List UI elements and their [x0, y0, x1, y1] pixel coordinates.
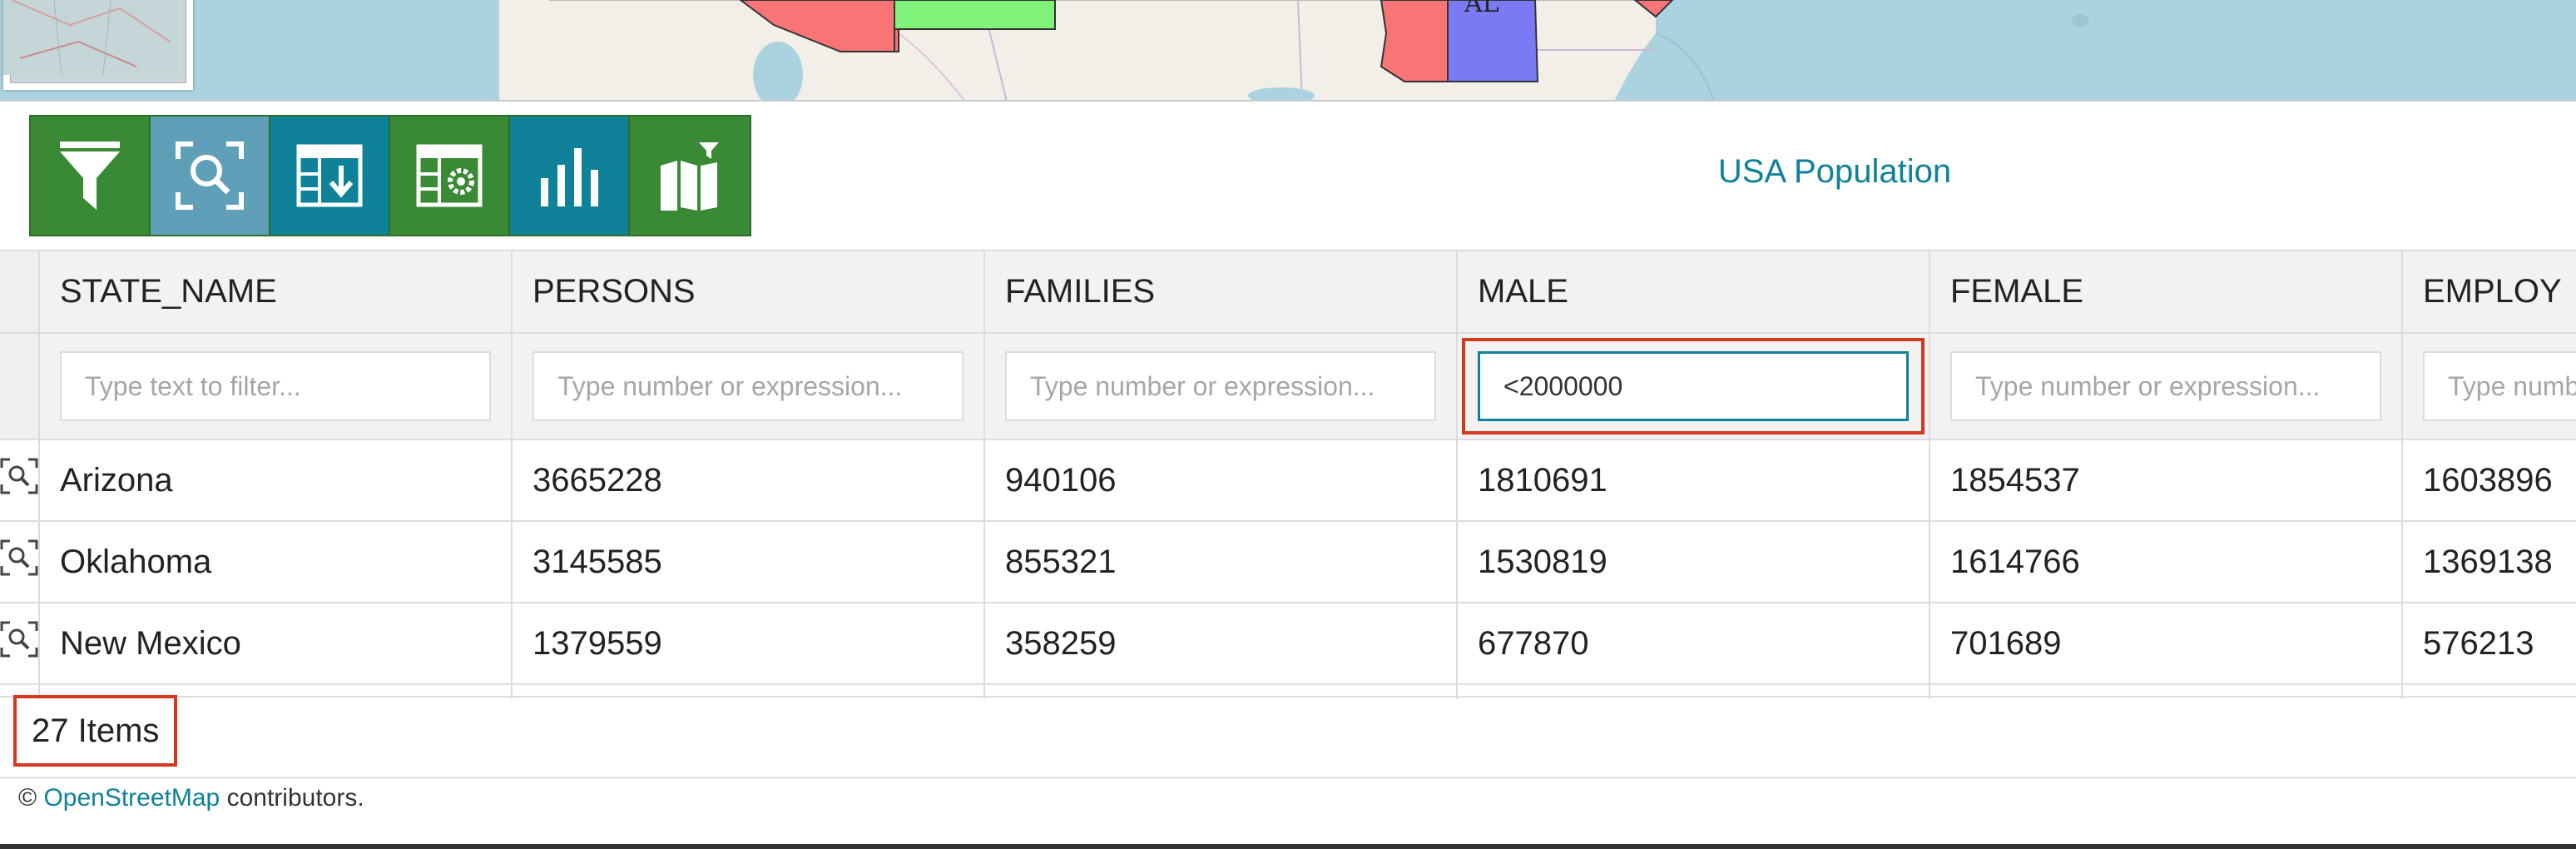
column-header-male[interactable]: MALE: [1457, 251, 1930, 334]
cell-state-name: New Mexico: [39, 603, 513, 685]
cell-persons: 3145585: [512, 521, 985, 603]
filter-cell-families: [984, 333, 1458, 440]
copyright-symbol: ©: [18, 784, 37, 812]
column-header-families[interactable]: FAMILIES: [984, 251, 1458, 334]
attribute-table-toolbar: [29, 115, 751, 236]
map-border: [0, 100, 2576, 102]
cell-female: 1614766: [1930, 521, 2403, 603]
filter-icon: [60, 142, 120, 210]
openstreetmap-link[interactable]: OpenStreetMap: [43, 784, 220, 812]
attribute-table: STATE_NAME PERSONS FAMILIES MALE FEMALE …: [0, 250, 2576, 699]
filter-input-female[interactable]: [1950, 351, 2381, 421]
map-attribution: © OpenStreetMap contributors.: [18, 784, 364, 812]
column-header-persons[interactable]: PERSONS: [512, 251, 985, 334]
cell-employ: 576213: [2402, 603, 2576, 685]
cell-male: 677870: [1457, 603, 1930, 685]
cell-persons: 1379559: [512, 603, 985, 685]
table-download-icon: [296, 144, 363, 207]
row-zoom-button[interactable]: [0, 439, 40, 522]
cell-employ: 1369138: [2402, 521, 2576, 603]
table-gear-icon: [416, 144, 483, 207]
row-zoom-button[interactable]: [0, 521, 40, 603]
zoom-to-feature-icon: [0, 621, 37, 658]
table-footer: [0, 696, 2576, 779]
item-count: 27 Items: [13, 695, 178, 767]
cell-employ: 1603896: [2402, 439, 2576, 522]
filter-cell-female: [1930, 333, 2403, 440]
map-canvas: AL: [499, 0, 2088, 102]
filter-cell-state-name: [39, 333, 513, 440]
cell-male: 1810691: [1457, 439, 1930, 522]
filter-input-state-name[interactable]: [60, 351, 491, 421]
filter-button[interactable]: [31, 117, 151, 235]
cell-families: 940106: [984, 439, 1458, 522]
attribution-suffix: contributors.: [226, 784, 364, 812]
bottom-border: [0, 844, 2576, 849]
filter-input-persons[interactable]: [533, 351, 964, 421]
header-row: STATE_NAME PERSONS FAMILIES MALE FEMALE …: [0, 251, 2576, 334]
bar-chart-icon: [541, 148, 598, 206]
filter-cell-male: [1457, 333, 1930, 440]
zoom-extent-icon: [176, 142, 244, 210]
filter-input-employ[interactable]: [2423, 351, 2576, 421]
cell-families: 855321: [984, 521, 1458, 603]
filter-input-families[interactable]: [1005, 351, 1436, 421]
export-table-button[interactable]: [270, 117, 390, 235]
table-settings-button[interactable]: [390, 117, 510, 235]
filter-cell-persons: [512, 333, 985, 440]
cell-male: 1530819: [1457, 521, 1930, 603]
cell-female: 701689: [1930, 603, 2403, 685]
map-filter-button[interactable]: [630, 117, 750, 235]
zoom-to-feature-icon: [0, 539, 37, 576]
cell-families: 358259: [984, 603, 1458, 685]
overview-map-thumbnail: [3, 0, 178, 75]
map-state-label: AL: [1464, 0, 1499, 18]
filter-corner-cell: [0, 333, 40, 440]
column-header-female[interactable]: FEMALE: [1930, 251, 2403, 334]
overview-map[interactable]: [3, 0, 193, 90]
map-filter-icon: [661, 142, 719, 211]
filter-row: [0, 333, 2576, 440]
chart-button[interactable]: [510, 117, 630, 235]
cell-state-name: Oklahoma: [39, 521, 513, 603]
table-row[interactable]: Arizona 3665228 940106 1810691 1854537 1…: [0, 439, 2576, 522]
zoom-to-selection-button[interactable]: [151, 117, 270, 235]
header-corner-cell: [0, 251, 40, 334]
zoom-to-feature-icon: [0, 458, 37, 494]
table-row[interactable]: Oklahoma 3145585 855321 1530819 1614766 …: [0, 521, 2576, 603]
table-row[interactable]: New Mexico 1379559 358259 677870 701689 …: [0, 603, 2576, 685]
row-zoom-button[interactable]: [0, 603, 40, 685]
filter-input-male[interactable]: [1478, 351, 1909, 421]
filter-cell-employ: [2402, 333, 2576, 440]
cell-state-name: Arizona: [39, 439, 513, 522]
cell-female: 1854537: [1930, 439, 2403, 522]
cell-persons: 3665228: [512, 439, 985, 522]
column-header-state-name[interactable]: STATE_NAME: [39, 251, 513, 334]
map-view[interactable]: AL: [0, 0, 2576, 102]
column-header-employ[interactable]: EMPLOY: [2402, 251, 2576, 334]
layer-title: USA Population: [1717, 153, 1952, 190]
